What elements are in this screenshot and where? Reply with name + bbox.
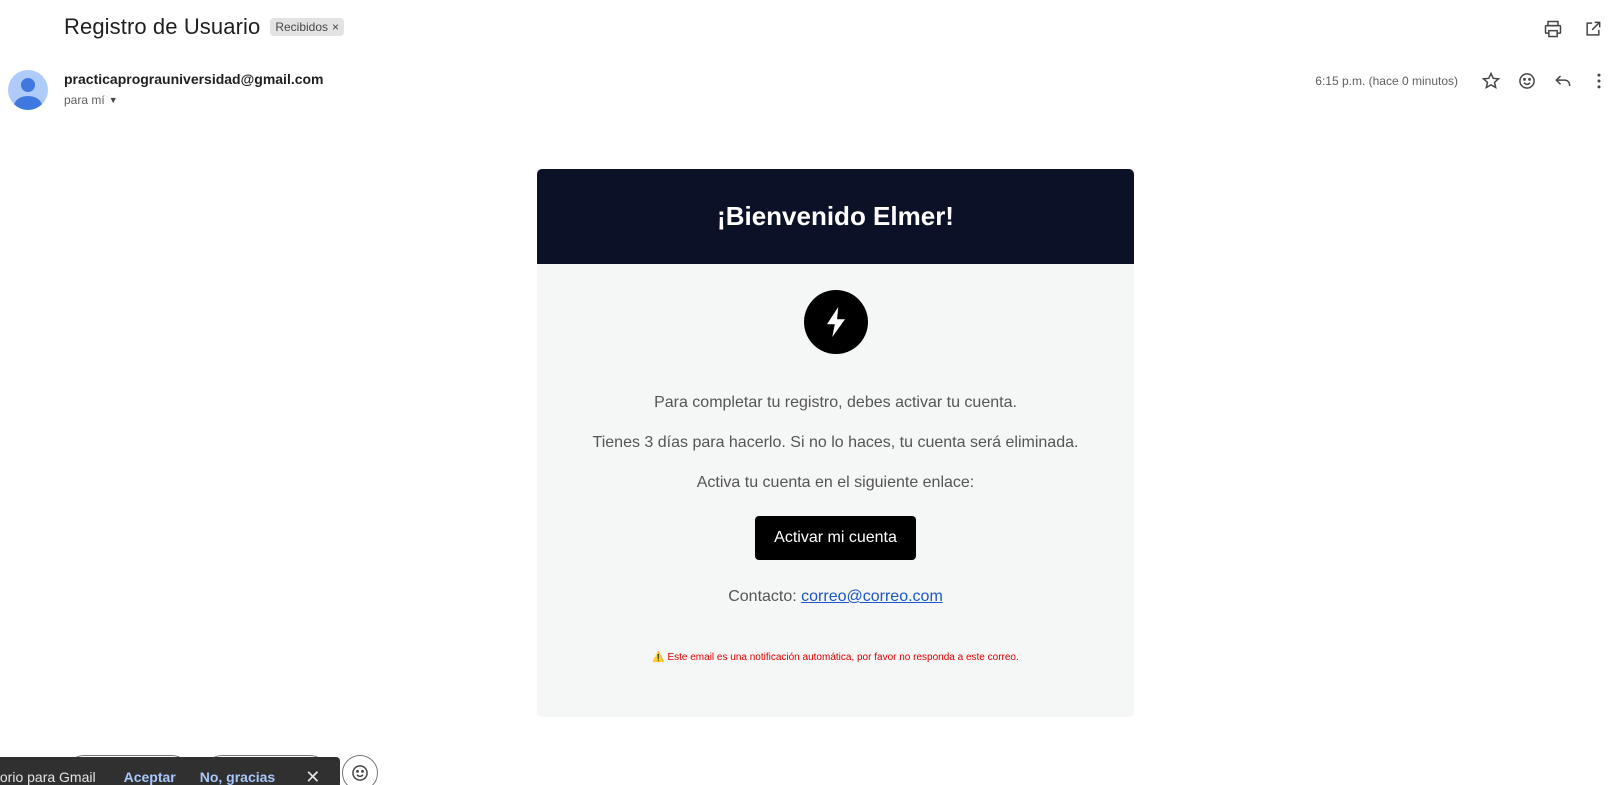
bolt-logo [803,290,868,354]
emoji-icon [1519,73,1535,89]
email-banner: ¡Bienvenido Elmer! [537,169,1134,264]
sender-email[interactable]: practicaprograuniversidad@gmail.com [64,71,324,87]
more-options-button[interactable] [1586,68,1612,94]
snackbar-text: torio para Gmail [0,769,96,785]
snackbar-accept-button[interactable]: Aceptar [124,769,176,785]
star-button[interactable] [1478,68,1504,94]
contact-label: Contacto: [728,588,797,605]
welcome-title: ¡Bienvenido Elmer! [717,201,954,231]
sender-info: practicaprograuniversidad@gmail.com para… [64,71,324,107]
remove-label-button[interactable]: × [332,20,339,34]
reply-button[interactable] [1550,68,1576,94]
email-body-card: ¡Bienvenido Elmer! Para completar tu reg… [537,169,1134,717]
warning-text: Este email es una notificación automátic… [667,652,1019,663]
snackbar-decline-button[interactable]: No, gracias [200,769,275,785]
print-button[interactable] [1540,16,1566,42]
recipient-line[interactable]: para mí ▼ [64,93,324,107]
more-vert-icon [1597,73,1601,89]
label-chip-text: Recibidos [275,20,329,34]
contact-line: Contacto: correo@correo.com [537,588,1134,606]
close-icon[interactable]: ✕ [305,767,320,785]
paragraph-deadline: Tienes 3 días para hacerlo. Si no lo hac… [592,434,1079,451]
sender-avatar[interactable] [8,70,48,110]
reply-icon [1555,75,1571,87]
subject-row: Registro de Usuario Recibidos × [64,14,345,40]
emoji-reaction-button[interactable] [1514,68,1540,94]
paragraph-complete-registration: Para completar tu registro, debes activa… [654,394,1017,411]
snackbar: torio para Gmail Aceptar No, gracias ✕ [0,757,340,785]
emoji-reply-button[interactable] [342,755,378,785]
message-meta: 6:15 p.m. (hace 0 minutos) [1315,68,1612,94]
activate-account-button[interactable]: Activar mi cuenta [755,516,916,560]
contact-email-link[interactable]: correo@correo.com [801,588,943,605]
auto-notification-warning: ⚠️ Este email es una notificación automá… [537,652,1134,663]
top-actions [1540,16,1606,42]
recipient-text: para mí [64,93,105,107]
emoji-icon [352,765,368,781]
person-icon [14,78,42,110]
chevron-down-icon[interactable]: ▼ [109,95,118,105]
bolt-icon [826,307,845,337]
star-icon [1481,71,1501,89]
open-in-new-window-icon [1586,21,1601,36]
email-content: Para completar tu registro, debes activa… [537,290,1134,663]
paragraph-activate-link: Activa tu cuenta en el siguiente enlace: [696,474,975,491]
email-subject: Registro de Usuario [64,14,261,39]
label-chip-inbox[interactable]: Recibidos × [270,18,345,36]
print-icon [1544,20,1562,38]
open-in-new-window-button[interactable] [1580,16,1606,42]
warning-icon: ⚠️ [652,652,665,663]
timestamp: 6:15 p.m. (hace 0 minutos) [1315,74,1458,88]
